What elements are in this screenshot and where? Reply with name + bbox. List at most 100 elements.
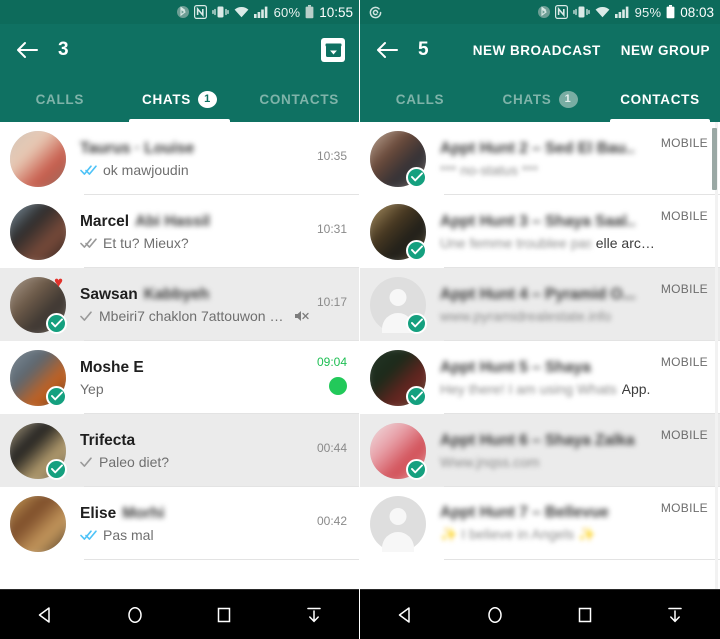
avatar[interactable] [10, 203, 66, 260]
vertical-scrollbar[interactable] [712, 122, 718, 589]
chat-list-item[interactable]: Marcel Abi Hassil Et tu? Mieux? 10:31 [0, 195, 359, 268]
selected-check-icon [46, 312, 67, 334]
avatar[interactable]: ♥ [10, 275, 67, 334]
avatar[interactable] [370, 276, 427, 334]
contact-name-redacted: Appt Hunt 2 – Sed El Bau.. [440, 139, 635, 157]
chat-list-item[interactable]: Taurus · Louise ok mawjoudin 10:35 [0, 122, 359, 195]
back-triangle-icon[interactable] [22, 595, 68, 635]
unread-badge [329, 377, 347, 395]
avatar[interactable] [370, 349, 427, 407]
phone-type-label: MOBILE [660, 501, 708, 515]
contact-item-status-line: Www.jnqss.com [440, 454, 657, 470]
right-battery-percent: 95% [634, 4, 662, 20]
sent-receipt-icon [80, 456, 94, 468]
default-avatar-icon [370, 495, 426, 552]
contact-list-item[interactable]: Appt Hunt 2 – Sed El Bau.. *** no-status … [360, 122, 720, 195]
avatar[interactable] [10, 495, 66, 552]
contact-name: Elise [80, 504, 117, 522]
hide-navbar-arrow-icon[interactable] [291, 595, 337, 635]
tab-calls[interactable]: CALLS [0, 76, 120, 122]
chat-list-item[interactable]: ♥ Sawsan Kabbyeh Mbeiri7 chaklon 7attouwon … [0, 268, 359, 341]
phone-type-label: MOBILE [660, 282, 708, 296]
tab-calls[interactable]: CALLS [360, 76, 480, 122]
contact-name-redacted: Appt Hunt 7 – Bellevue [440, 504, 609, 521]
phone-type-label: MOBILE [660, 355, 708, 369]
tab-calls-label: CALLS [35, 91, 85, 107]
contact-name: Marcel [80, 212, 130, 230]
tab-chats-badge: 1 [198, 90, 217, 108]
message-preview: Pas mal [103, 526, 154, 543]
contact-item-title-line: Appt Hunt 3 – Shaya Saal.. [440, 213, 657, 231]
hide-navbar-arrow-icon[interactable] [652, 595, 698, 635]
home-circle-icon[interactable] [112, 595, 158, 635]
timestamp: 00:44 [316, 441, 347, 455]
chat-list-item[interactable]: Moshe E Yep 09:04 [0, 341, 359, 414]
contact-name-redacted: Appt Hunt 3 – Shaya Saal.. [440, 212, 636, 230]
avatar[interactable] [370, 422, 427, 480]
recents-square-icon[interactable] [201, 595, 247, 635]
right-clock: 08:03 [680, 4, 714, 20]
archive-box-icon[interactable] [321, 38, 345, 62]
contact-name-redacted: Appt Hunt 6 – Shaya Zalka [440, 431, 635, 449]
chat-item-title-line: Taurus · Louise [80, 140, 309, 158]
contact-name-redacted: Taurus · Louise [80, 139, 195, 157]
nfc-icon [193, 5, 207, 19]
chat-list-item[interactable]: Trifecta Paleo diet? 00:44 [0, 414, 359, 487]
contact-name-redacted: Abi Hassil [135, 212, 211, 230]
tab-chats[interactable]: CHATS 1 [480, 76, 600, 122]
back-arrow-icon[interactable] [374, 37, 400, 63]
avatar[interactable] [10, 349, 67, 407]
contact-list-item[interactable]: Appt Hunt 6 – Shaya Zalka Www.jnqss.com MO… [360, 414, 720, 487]
message-preview: Mbeiri7 chaklon 7attouwon msd [99, 307, 288, 324]
contact-name-redacted: Morhi [122, 504, 165, 522]
contact-list-item[interactable]: Appt Hunt 3 – Shaya Saal.. Une femme trou… [360, 195, 720, 268]
left-battery-percent: 60% [273, 4, 301, 20]
new-broadcast-button[interactable]: NEW BROADCAST [473, 43, 601, 58]
mute-icon [293, 309, 309, 323]
contact-name-redacted: Kabbyeh [143, 285, 210, 303]
avatar[interactable] [10, 422, 67, 480]
scrollbar-thumb[interactable] [712, 128, 717, 190]
chat-item-body: Moshe E Yep [80, 359, 309, 397]
home-circle-icon[interactable] [472, 595, 518, 635]
phone-type-label: MOBILE [660, 428, 708, 442]
selected-check-icon [406, 458, 427, 480]
tab-chats-label: CHATS [502, 91, 552, 107]
left-status-bar-system-icons: 60% 10:55 [176, 4, 353, 20]
signal-icon [614, 5, 630, 19]
selected-check-icon [406, 385, 427, 407]
battery-icon [305, 5, 314, 19]
contact-list[interactable]: Appt Hunt 2 – Sed El Bau.. *** no-status … [360, 122, 720, 589]
contact-list-item[interactable]: Appt Hunt 4 – Pyramid O... www.pyramidrea… [360, 268, 720, 341]
contact-name-redacted: Appt Hunt 4 – Pyramid O... [440, 285, 636, 303]
contact-list-item[interactable]: Appt Hunt 7 – Bellevue ✨ I believe in Ang… [360, 487, 720, 560]
right-status-bar: 95% 08:03 [360, 0, 720, 24]
back-triangle-icon[interactable] [382, 595, 428, 635]
avatar[interactable] [10, 130, 66, 187]
chat-list-item[interactable]: Elise Morhi Pas mal 00:42 [0, 487, 359, 560]
contact-list-item[interactable]: Appt Hunt 5 – Shaya Hey there! I am using… [360, 341, 720, 414]
contact-item-status-line: *** no-status *** [440, 162, 657, 178]
right-navigation-bar [360, 589, 720, 639]
chat-item-preview-line: Mbeiri7 chaklon 7attouwon msd [80, 308, 309, 324]
contact-status-redacted: Www.jnqss.com [440, 453, 540, 470]
tab-chats-badge: 1 [558, 90, 578, 108]
selected-check-icon [46, 385, 67, 407]
tab-chats[interactable]: CHATS 1 [120, 76, 240, 122]
battery-icon [666, 5, 675, 19]
tab-contacts[interactable]: CONTACTS [239, 76, 359, 122]
contact-status-redacted: Hey there! I am using Whats [440, 380, 617, 397]
chat-list[interactable]: Taurus · Louise ok mawjoudin 10:35 Marcel Ab… [0, 122, 359, 589]
right-status-bar-notifications [368, 5, 538, 20]
avatar[interactable] [370, 130, 427, 188]
back-arrow-icon[interactable] [14, 37, 40, 63]
nfc-icon [554, 5, 568, 19]
new-group-button[interactable]: NEW GROUP [621, 43, 710, 58]
avatar[interactable] [370, 495, 426, 552]
vibrate-icon [572, 5, 590, 19]
tab-contacts[interactable]: CONTACTS [600, 76, 720, 122]
avatar[interactable] [370, 203, 427, 261]
recents-square-icon[interactable] [562, 595, 608, 635]
signal-icon [253, 5, 269, 19]
contact-item-body: Appt Hunt 6 – Shaya Zalka Www.jnqss.com [440, 432, 657, 470]
